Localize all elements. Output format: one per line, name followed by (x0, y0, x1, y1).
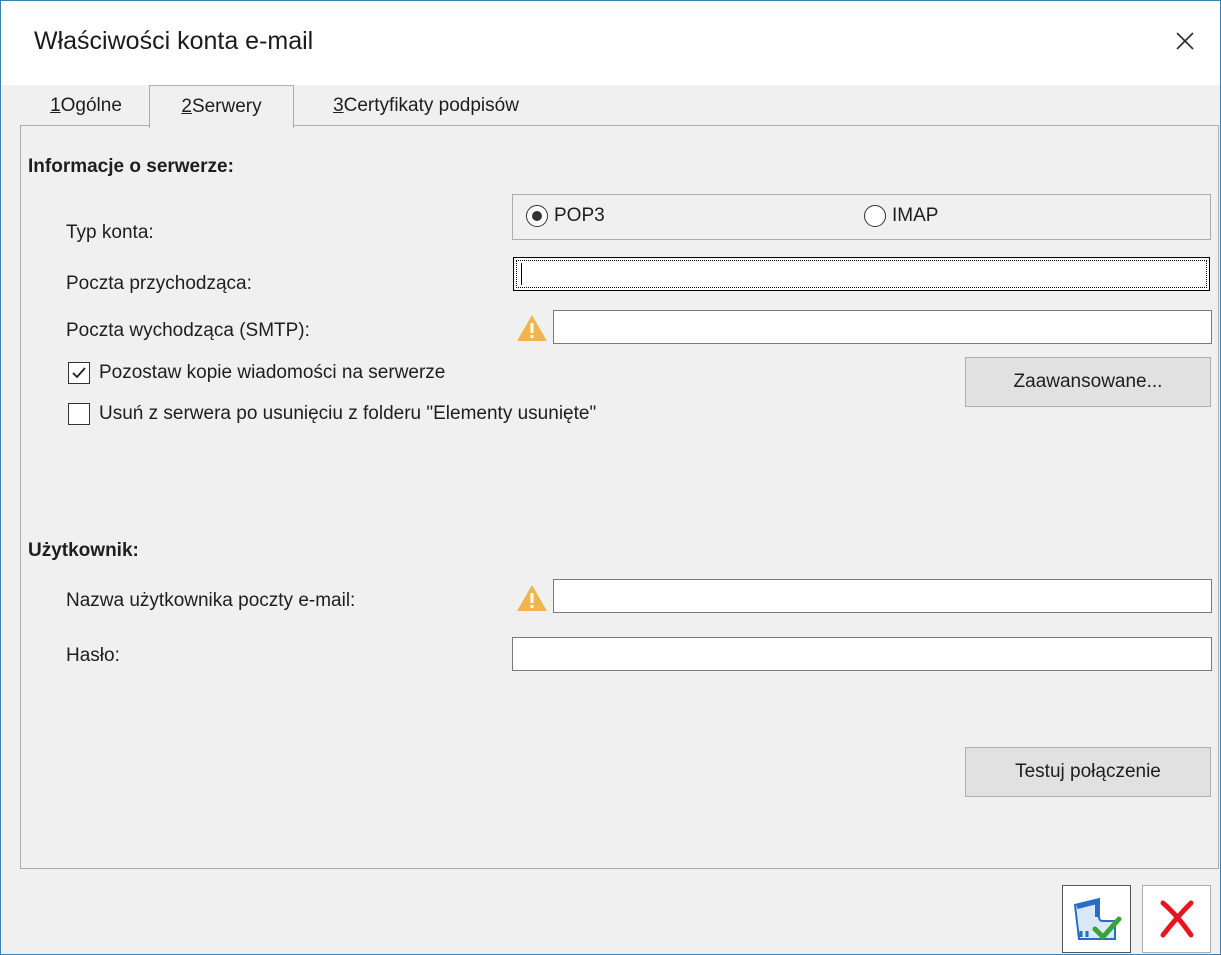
delete-from-server-label: Usuń z serwera po usunięciu z folderu "E… (99, 403, 597, 424)
keep-copies-checkbox[interactable]: Pozostaw kopie wiadomości na serwerze (68, 362, 445, 384)
radio-imap-circle (864, 205, 886, 227)
delete-from-server-checkbox[interactable]: Usuń z serwera po usunięciu z folderu "E… (68, 403, 596, 425)
save-button[interactable] (1062, 885, 1131, 953)
radio-pop3-label: POP3 (554, 205, 605, 226)
text-caret (521, 263, 522, 285)
advanced-button[interactable]: Zaawansowane... (965, 357, 1211, 407)
checkbox-box (68, 403, 90, 425)
user-heading: Użytkownik: (28, 540, 139, 561)
servers-tab-panel: Informacje o serwerze: Typ konta: POP3 I… (20, 125, 1219, 869)
keep-copies-label: Pozostaw kopie wiadomości na serwerze (99, 362, 446, 383)
cancel-icon (1160, 900, 1193, 938)
incoming-mail-label: Poczta przychodząca: (66, 273, 252, 294)
checkbox-box (68, 362, 90, 384)
radio-selected-dot (532, 211, 542, 221)
outgoing-mail-input[interactable] (553, 310, 1212, 344)
dialog-window: Właściwości konta e-mail 1 Ogólne 2 Serw… (0, 0, 1221, 955)
window-title: Właściwości konta e-mail (34, 27, 314, 55)
username-label: Nazwa użytkownika poczty e-mail: (66, 590, 356, 611)
warning-icon (517, 585, 547, 611)
radio-imap-label: IMAP (892, 205, 939, 226)
close-button[interactable] (1163, 21, 1207, 61)
server-info-heading: Informacje o serwerze: (28, 156, 234, 177)
radio-pop3-circle (526, 205, 548, 227)
tab-servers[interactable]: 2 Serwery (149, 85, 294, 128)
test-connection-button[interactable]: Testuj połączenie (965, 747, 1211, 797)
tab-general[interactable]: 1 Ogólne (31, 86, 141, 126)
radio-pop3[interactable]: POP3 (526, 205, 605, 227)
tab-signature-certificates[interactable]: 3 Certyfikaty podpisów (301, 86, 551, 126)
radio-imap[interactable]: IMAP (864, 205, 938, 227)
account-type-group: POP3 IMAP (512, 194, 1211, 240)
username-input[interactable] (553, 579, 1212, 613)
password-label: Hasło: (66, 645, 120, 666)
title-bar: Właściwości konta e-mail (1, 1, 1220, 85)
account-type-label: Typ konta: (66, 222, 154, 243)
close-icon (1176, 32, 1194, 50)
warning-icon (517, 315, 547, 341)
password-input[interactable] (512, 637, 1212, 671)
save-icon (1073, 897, 1121, 940)
checkmark-icon (72, 367, 86, 379)
cancel-button[interactable] (1142, 885, 1211, 953)
outgoing-mail-label: Poczta wychodząca (SMTP): (66, 320, 310, 341)
incoming-mail-input[interactable] (513, 257, 1210, 291)
